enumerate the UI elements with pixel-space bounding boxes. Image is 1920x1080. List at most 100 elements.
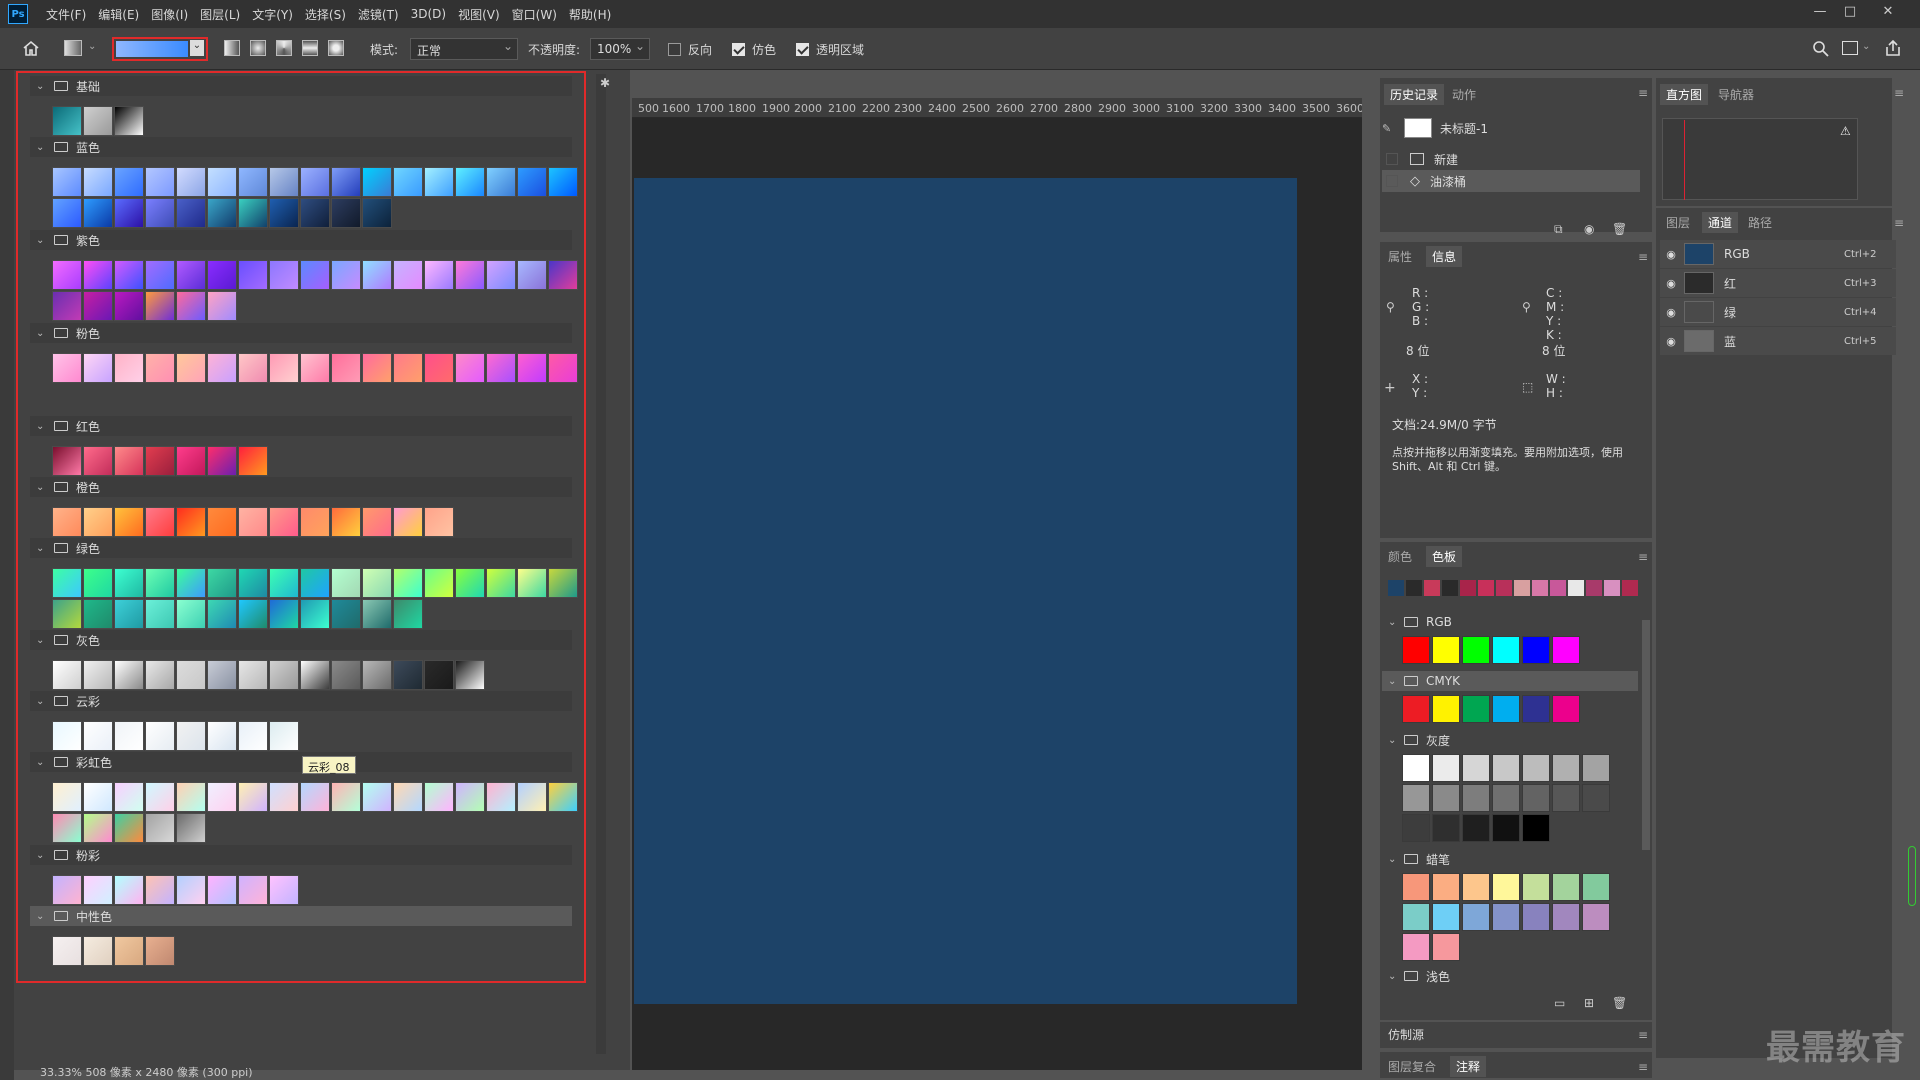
color-swatch[interactable] (1552, 784, 1580, 812)
minimize-button[interactable]: — (1808, 4, 1832, 24)
gradient-swatch[interactable] (300, 353, 330, 383)
color-swatch[interactable] (1432, 695, 1460, 723)
gradient-swatch[interactable] (517, 568, 547, 598)
gradient-swatch[interactable] (114, 353, 144, 383)
color-swatch[interactable] (1402, 695, 1430, 723)
gradient-swatch[interactable] (114, 782, 144, 812)
gradient-swatch[interactable] (176, 291, 206, 321)
gradient-swatch[interactable] (145, 721, 175, 751)
gradient-swatch[interactable] (238, 446, 268, 476)
gradient-swatch[interactable] (207, 782, 237, 812)
gradient-swatch[interactable] (393, 167, 423, 197)
chevron-down-icon[interactable]: ⌄ (36, 142, 48, 153)
chevron-down-icon[interactable]: ⌄ (1388, 854, 1400, 865)
gradient-group-header[interactable]: ⌄ 红色 (30, 416, 572, 436)
gradient-group-header[interactable]: ⌄ 云彩 (30, 691, 572, 711)
gradient-swatch[interactable] (424, 507, 454, 537)
gradient-swatch[interactable] (269, 568, 299, 598)
gradient-swatch[interactable] (83, 782, 113, 812)
gradient-swatch[interactable] (145, 198, 175, 228)
gradient-swatch[interactable] (207, 599, 237, 629)
menu-help[interactable]: 帮助(H) (569, 6, 611, 23)
gradient-swatch[interactable] (114, 721, 144, 751)
gradient-swatch[interactable] (455, 260, 485, 290)
gradient-swatch[interactable] (114, 507, 144, 537)
gradient-swatch[interactable] (52, 660, 82, 690)
gradient-swatch[interactable] (486, 260, 516, 290)
gradient-dropdown-icon[interactable]: ⌄ (190, 40, 204, 56)
gradient-swatch[interactable] (52, 568, 82, 598)
gradient-swatch[interactable] (238, 167, 268, 197)
gradient-swatch[interactable] (424, 568, 454, 598)
trash-icon[interactable]: 🗑 (1612, 222, 1627, 236)
gradient-group-header[interactable]: ⌄ 紫色 (30, 230, 572, 250)
color-swatch[interactable] (1552, 873, 1580, 901)
gradient-swatch[interactable] (486, 568, 516, 598)
gradient-swatch[interactable] (207, 660, 237, 690)
menu-3d[interactable]: 3D(D) (411, 7, 446, 21)
menu-type[interactable]: 文字(Y) (252, 6, 293, 23)
color-swatch[interactable] (1402, 636, 1430, 664)
gradient-swatch[interactable] (145, 260, 175, 290)
gradient-swatch[interactable] (145, 446, 175, 476)
recent-swatch[interactable] (1478, 580, 1494, 596)
gradient-swatch[interactable] (52, 721, 82, 751)
close-button[interactable]: ✕ (1876, 4, 1900, 24)
gradient-swatch[interactable] (207, 260, 237, 290)
gradient-swatch[interactable] (300, 599, 330, 629)
gradient-swatch[interactable] (52, 875, 82, 905)
radial-gradient-button[interactable] (250, 40, 266, 56)
gradient-swatch[interactable] (331, 353, 361, 383)
gradient-swatch[interactable] (455, 782, 485, 812)
search-icon[interactable] (1812, 40, 1830, 58)
recent-swatch[interactable] (1424, 580, 1440, 596)
gradient-swatch[interactable] (52, 198, 82, 228)
gradient-swatch[interactable] (331, 660, 361, 690)
gradient-swatch[interactable] (176, 167, 206, 197)
histogram-menu-icon[interactable]: ≡ (1894, 86, 1904, 100)
gradient-swatch[interactable] (393, 568, 423, 598)
recent-swatch[interactable] (1622, 580, 1638, 596)
gradient-group-header[interactable]: ⌄ 橙色 (30, 477, 572, 497)
gradient-swatch[interactable] (145, 353, 175, 383)
chevron-down-icon[interactable]: ⌄ (36, 543, 48, 554)
color-swatch[interactable] (1402, 903, 1430, 931)
gradient-swatch[interactable] (83, 291, 113, 321)
gradient-swatch[interactable] (362, 198, 392, 228)
gradient-swatch[interactable] (52, 106, 82, 136)
gradient-swatch[interactable] (238, 353, 268, 383)
folder-icon[interactable]: ▭ (1554, 996, 1565, 1010)
gradient-swatch[interactable] (114, 198, 144, 228)
tab-layer-comps[interactable]: 图层复合 (1388, 1058, 1436, 1075)
gradient-swatch[interactable] (176, 721, 206, 751)
swatch-group-header[interactable]: ⌄ 浅色 (1382, 966, 1638, 986)
gradient-swatch[interactable] (176, 507, 206, 537)
history-item[interactable]: 新建 (1382, 148, 1640, 170)
color-swatch[interactable] (1402, 933, 1430, 961)
color-swatch[interactable] (1432, 636, 1460, 664)
color-swatch[interactable] (1402, 784, 1430, 812)
gradient-swatch[interactable] (393, 260, 423, 290)
gradient-swatch[interactable] (176, 260, 206, 290)
gradient-swatch[interactable] (83, 106, 113, 136)
history-snapshot[interactable]: ✎ 未标题-1 (1382, 117, 1640, 139)
gradient-swatch[interactable] (114, 167, 144, 197)
tab-layers[interactable]: 图层 (1666, 214, 1690, 231)
gradient-swatch[interactable] (176, 353, 206, 383)
gradient-swatch[interactable] (52, 260, 82, 290)
gradient-group-header[interactable]: ⌄ 绿色 (30, 538, 572, 558)
gradient-swatch[interactable] (83, 936, 113, 966)
gradient-swatch[interactable] (455, 353, 485, 383)
gradient-swatch[interactable] (331, 568, 361, 598)
color-swatch[interactable] (1402, 754, 1430, 782)
color-swatch[interactable] (1462, 636, 1490, 664)
gradient-swatch[interactable] (83, 660, 113, 690)
color-swatch[interactable] (1432, 903, 1460, 931)
menu-window[interactable]: 窗口(W) (512, 6, 557, 23)
gradient-swatch[interactable] (393, 782, 423, 812)
gradient-group-header[interactable]: ⌄ 中性色 (30, 906, 572, 926)
chevron-down-icon[interactable]: ⌄ (36, 328, 48, 339)
gradient-swatch[interactable] (548, 782, 578, 812)
gradient-swatch[interactable] (207, 167, 237, 197)
gradient-swatch[interactable] (300, 568, 330, 598)
